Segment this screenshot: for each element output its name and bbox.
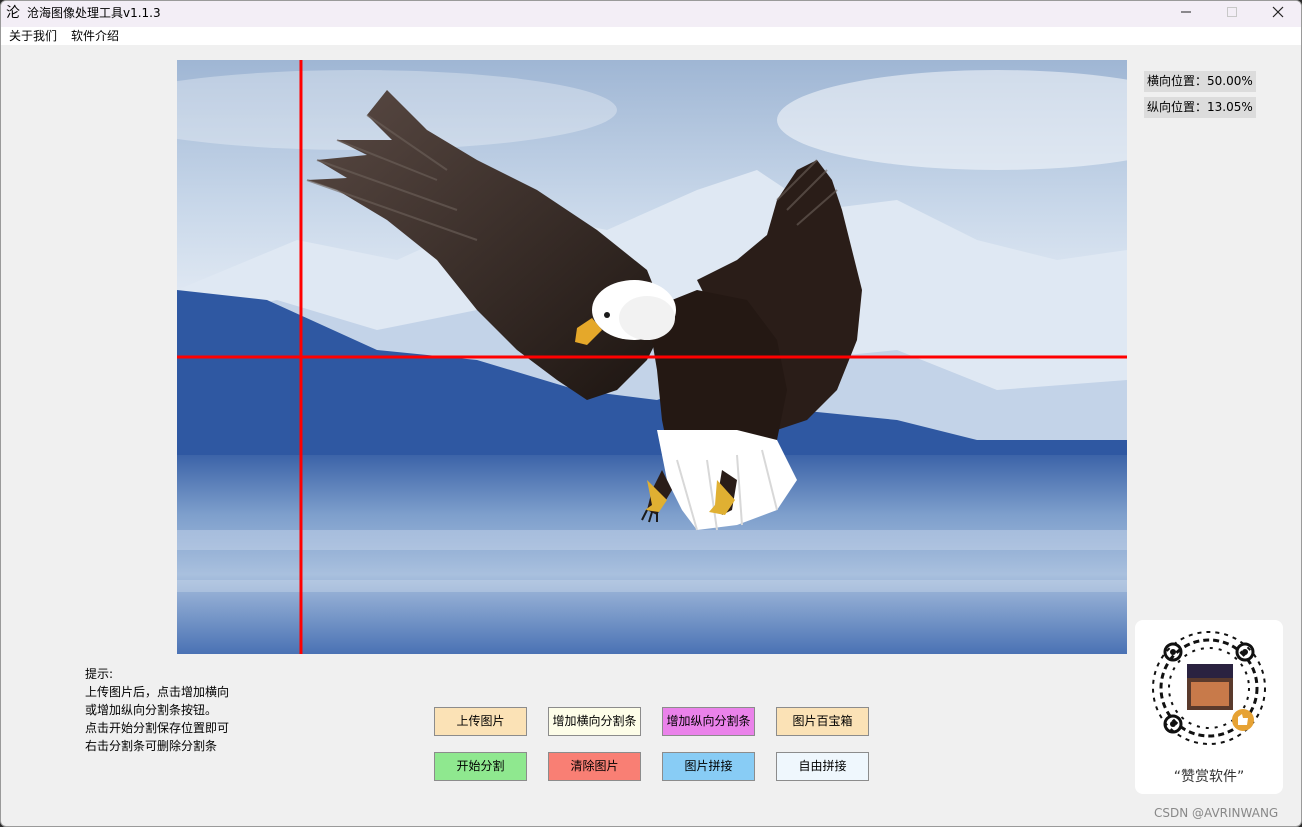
image-canvas[interactable] xyxy=(177,60,1127,654)
hint-line: 或增加纵向分割条按钮。 xyxy=(85,703,218,717)
hint-line: 右击分割条可删除分割条 xyxy=(85,739,218,753)
hint-line: 上传图片后，点击增加横向 xyxy=(85,685,230,699)
donate-card: “赞赏软件” xyxy=(1135,620,1283,794)
eagle-photo xyxy=(177,60,1127,654)
add-horizontal-split-button[interactable]: 增加横向分割条 xyxy=(548,707,641,736)
app-logo-icon: 沦 xyxy=(6,5,20,21)
minimize-icon xyxy=(1181,11,1191,13)
clear-image-button[interactable]: 清除图片 xyxy=(548,752,641,781)
csdn-watermark: CSDN @AVRINWANG xyxy=(1154,806,1279,820)
title-bar[interactable]: 沦 沧海图像处理工具v1.1.3 xyxy=(1,1,1301,27)
hint-title: 提示: xyxy=(85,667,114,681)
maximize-icon xyxy=(1227,7,1237,17)
app-window: 沦 沧海图像处理工具v1.1.3 关于我们 软件介绍 横向位置：50.00% 纵… xyxy=(0,0,1302,827)
minimize-button[interactable] xyxy=(1163,1,1209,27)
menu-about[interactable]: 关于我们 xyxy=(9,28,57,44)
close-button[interactable] xyxy=(1255,1,1301,27)
horizontal-position-label: 横向位置：50.00% xyxy=(1144,71,1256,92)
vertical-position-label: 纵向位置：13.05% xyxy=(1144,97,1256,118)
donate-qr-code xyxy=(1152,631,1266,745)
add-vertical-split-button[interactable]: 增加纵向分割条 xyxy=(662,707,755,736)
donate-caption: “赞赏软件” xyxy=(1173,769,1245,785)
image-toolbox-button[interactable]: 图片百宝箱 xyxy=(776,707,869,736)
free-stitch-button[interactable]: 自由拼接 xyxy=(776,752,869,781)
close-icon xyxy=(1272,6,1284,18)
hint-line: 点击开始分割保存位置即可 xyxy=(85,721,230,735)
window-title: 沧海图像处理工具v1.1.3 xyxy=(27,6,161,20)
image-stitch-button[interactable]: 图片拼接 xyxy=(662,752,755,781)
maximize-button[interactable] xyxy=(1209,1,1255,27)
menu-intro[interactable]: 软件介绍 xyxy=(71,28,119,44)
menu-bar: 关于我们 软件介绍 xyxy=(1,27,1301,45)
start-split-button[interactable]: 开始分割 xyxy=(434,752,527,781)
hint-panel: 提示: 上传图片后，点击增加横向 或增加纵向分割条按钮。 点击开始分割保存位置即… xyxy=(85,665,229,755)
upload-image-button[interactable]: 上传图片 xyxy=(434,707,527,736)
